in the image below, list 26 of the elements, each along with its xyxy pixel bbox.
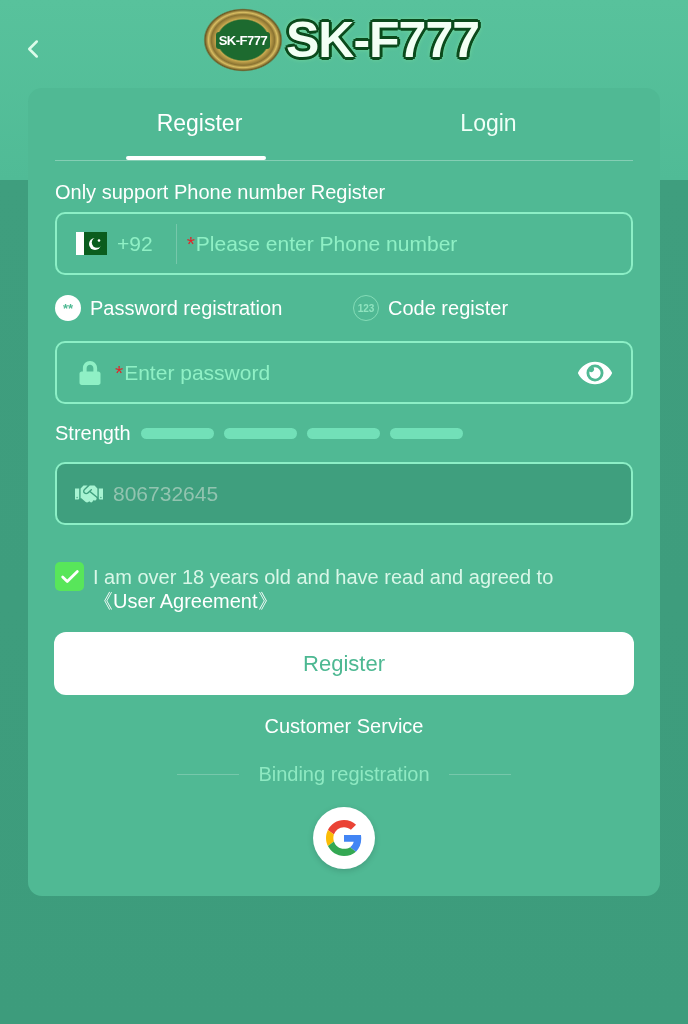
social-signin-button[interactable] (313, 807, 375, 869)
phone-field[interactable]: +92 *Please enter Phone number (55, 212, 633, 275)
country-code[interactable]: +92 (117, 231, 153, 256)
registration-mode-option[interactable]: 123 Code register (353, 295, 509, 321)
register-button[interactable]: Register (54, 632, 634, 695)
customer-service-link[interactable]: Customer Service (264, 714, 424, 738)
flag-icon (76, 232, 107, 255)
logo-wordmark: SK-F777 (285, 11, 480, 69)
required-mark: * (186, 231, 195, 256)
tab[interactable]: Register (55, 88, 344, 160)
mode-radio[interactable]: ** (55, 295, 81, 321)
phone-input[interactable]: Please enter Phone number (195, 231, 613, 256)
required-mark: * (115, 360, 124, 385)
strength-label: Strength (55, 423, 131, 443)
logo-badge: SK-F777 (202, 8, 283, 72)
notice-text: Only support Phone number Register (55, 180, 387, 204)
user-agreement-link[interactable]: 《User Agreement》 (93, 590, 278, 612)
g-logo-icon (326, 820, 362, 856)
password-input[interactable]: Enter password (124, 360, 578, 385)
password-field[interactable]: *Enter password (55, 341, 633, 404)
registration-mode-option[interactable]: ** Password registration (55, 295, 283, 321)
tab[interactable]: Login (344, 88, 633, 160)
agreement-text: I am over 18 years old and have read and agreed to 《User Agreement》 (93, 565, 555, 613)
binding-registration-label: Binding registration (258, 762, 430, 786)
lock-icon (78, 360, 102, 385)
agree-checkbox[interactable] (55, 562, 84, 591)
